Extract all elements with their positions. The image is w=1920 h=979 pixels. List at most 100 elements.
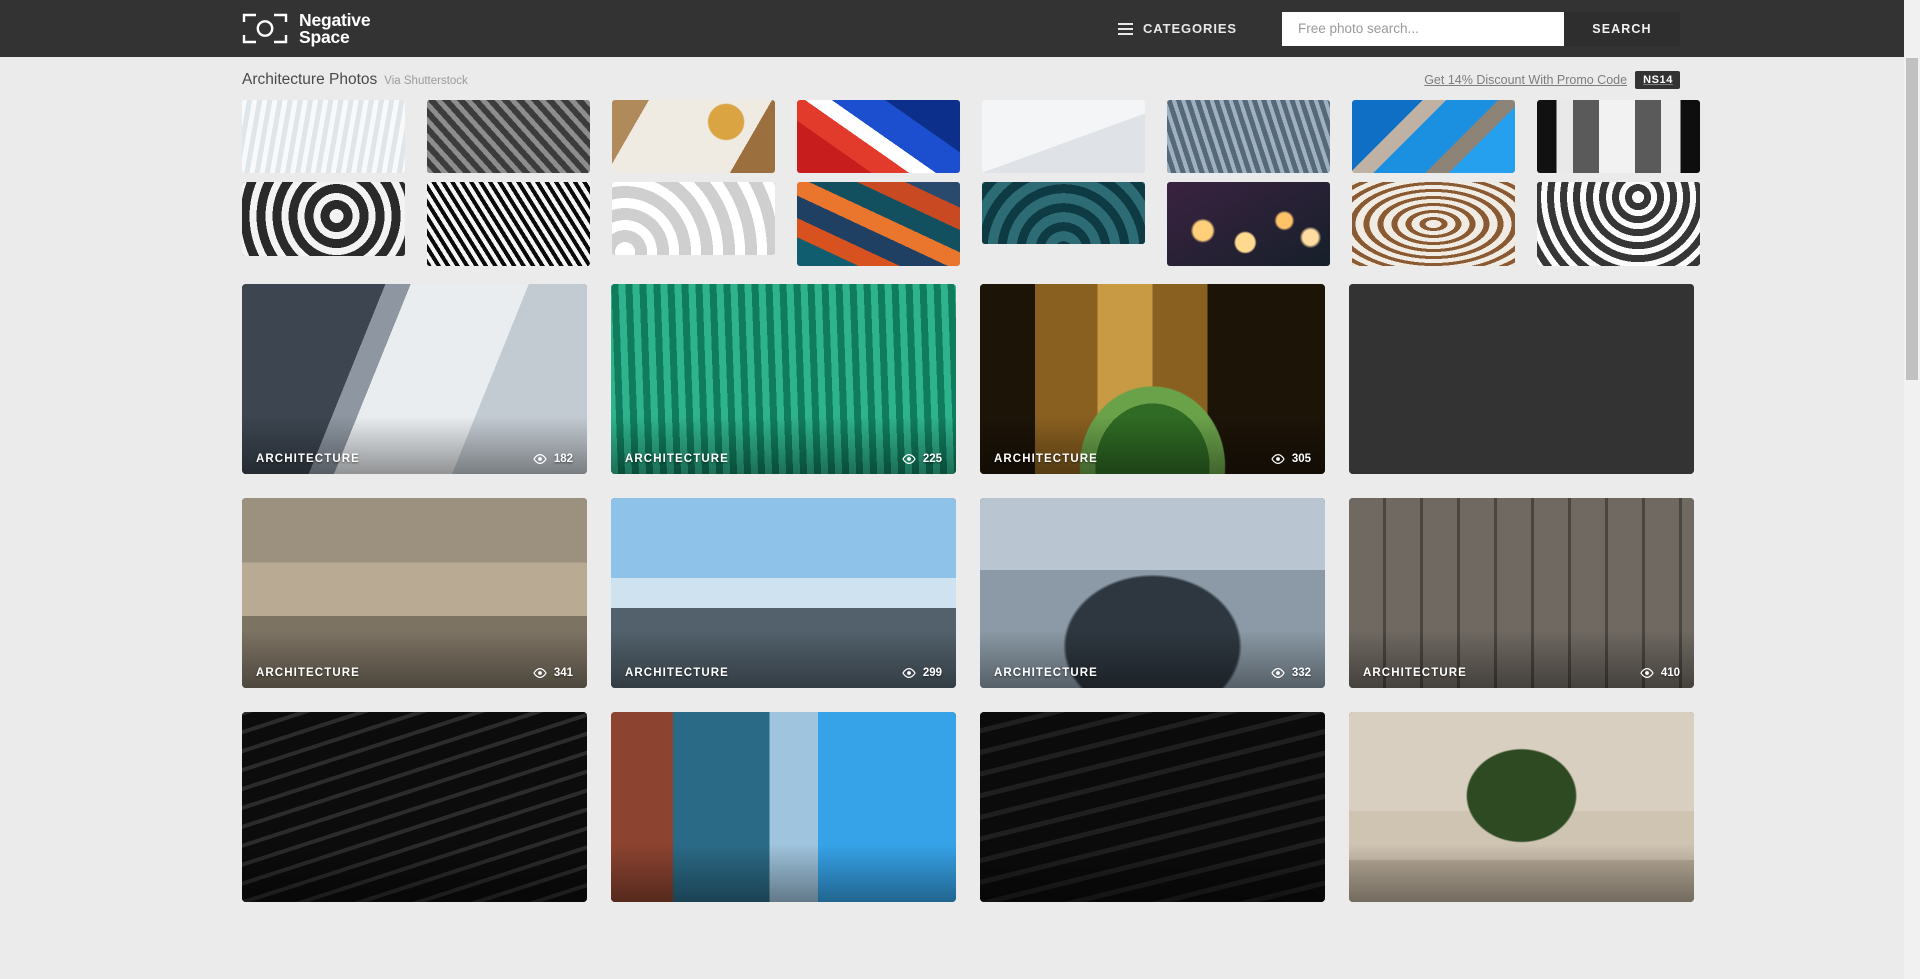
thumbnail-image: [612, 100, 775, 173]
page-subtitle: Via Shutterstock: [384, 75, 468, 87]
sponsored-thumbnail-hanging-edison-bulbs[interactable]: [1167, 182, 1330, 266]
photo-view-count: 305: [1271, 453, 1311, 465]
photo-image: [242, 498, 587, 688]
promo-banner-link[interactable]: Get 14% Discount With Promo Code NS14: [1424, 71, 1680, 89]
photo-card-black-roof-pendant-lamps[interactable]: [242, 712, 587, 902]
camera-frame-logo-icon: [242, 13, 288, 44]
thumbnail-image: [982, 182, 1145, 244]
thumbnail-image: [1352, 100, 1515, 173]
eye-icon: [1640, 668, 1654, 678]
photo-card-empty-image-placeholder[interactable]: [1349, 284, 1694, 474]
photo-image: [242, 712, 587, 902]
photo-card-brick-chimney-skyscraper[interactable]: [611, 712, 956, 902]
photo-view-count: 299: [902, 667, 942, 679]
photo-image: [980, 498, 1325, 688]
page-titlebar: Architecture Photos Via Shutterstock Get…: [242, 57, 1680, 91]
brand-line-2: Space: [299, 26, 350, 47]
thumbnail-image: [1167, 100, 1330, 173]
sponsored-thumbnail-teal-arched-tunnel[interactable]: [982, 182, 1145, 244]
page-title: Architecture Photos: [242, 71, 378, 88]
thumbnail-image: [427, 100, 590, 173]
title-group: Architecture Photos Via Shutterstock: [242, 71, 468, 89]
photo-card-meta: ARCHITECTURE 225: [611, 453, 956, 465]
sponsored-thumbnail-wood-honeycomb-ceiling[interactable]: [1352, 182, 1515, 266]
eye-icon: [1271, 668, 1285, 678]
thumbnail-image: [1537, 100, 1700, 173]
scrollbar-track[interactable]: [1904, 0, 1920, 979]
photo-card-meta: ARCHITECTURE 305: [980, 453, 1325, 465]
photo-card-meta: ARCHITECTURE 410: [1349, 667, 1694, 679]
thumbnail-image: [797, 182, 960, 266]
photo-card-angular-glass-facade[interactable]: ARCHITECTURE 182: [242, 284, 587, 474]
view-count-value: 410: [1660, 667, 1680, 679]
thumbnail-image: [797, 100, 960, 173]
photo-card-round-dark-building[interactable]: ARCHITECTURE 332: [980, 498, 1325, 688]
sponsored-thumbnail-glass-tower-upward[interactable]: [1167, 100, 1330, 173]
sponsored-thumbnail-blue-chevron-glass[interactable]: [1352, 100, 1515, 173]
photo-card-meta: ARCHITECTURE 341: [242, 667, 587, 679]
sponsored-thumbnail-row: [242, 100, 1700, 173]
thumbnail-image: [1352, 182, 1515, 266]
view-count-value: 341: [553, 667, 573, 679]
photo-image: [1349, 284, 1694, 474]
photo-view-count: 182: [533, 453, 573, 465]
thumbnail-image: [242, 182, 405, 256]
photo-category-label: ARCHITECTURE: [625, 453, 729, 465]
categories-label: CATEGORIES: [1143, 21, 1237, 36]
sponsored-thumbnail-bw-steel-girders[interactable]: [427, 182, 590, 266]
photo-image: [611, 498, 956, 688]
photo-search-form: SEARCH: [1282, 11, 1680, 46]
sponsored-thumbnail-white-louvered-facade[interactable]: [242, 100, 405, 173]
photo-image: [611, 712, 956, 902]
sponsored-thumbnail-bw-spiral-ceiling[interactable]: [242, 182, 405, 256]
photo-card-gothic-arch-trees[interactable]: ARCHITECTURE 305: [980, 284, 1325, 474]
content-container: Architecture Photos Via Shutterstock Get…: [240, 57, 1700, 902]
sponsored-thumbnail-architect-desk-blueprint[interactable]: [612, 100, 775, 173]
sponsored-thumbnail-bw-corridor-symmetry[interactable]: [1537, 100, 1700, 173]
photo-card-green-glass-building[interactable]: ARCHITECTURE 225: [611, 284, 956, 474]
eye-icon: [533, 668, 547, 678]
brand-line-1: Negative: [299, 9, 371, 30]
photo-image: [611, 284, 956, 474]
sponsored-thumbnail-white-concrete-arcs[interactable]: [612, 182, 775, 255]
view-count-value: 225: [922, 453, 942, 465]
photo-category-label: ARCHITECTURE: [256, 453, 360, 465]
sponsored-thumbnail-colorful-angular-facade[interactable]: [797, 182, 960, 266]
search-button[interactable]: SEARCH: [1564, 11, 1680, 46]
sponsored-thumbnail-row: [242, 182, 1700, 266]
sponsored-thumbnail-bw-lattice-ceiling[interactable]: [427, 100, 590, 173]
thumbnail-image: [1537, 182, 1700, 266]
photo-grid: ARCHITECTURE 182 ARCHITECTURE 225 ARCHITECTU…: [242, 284, 1694, 902]
sponsored-thumbnail-rows: [242, 100, 1700, 266]
photo-image: [1349, 498, 1694, 688]
sponsored-thumbnail-red-blue-abstract[interactable]: [797, 100, 960, 173]
thumbnail-image: [982, 100, 1145, 173]
eye-icon: [902, 668, 916, 678]
photo-card-dark-beams-hanging-lamp[interactable]: [980, 712, 1325, 902]
photo-card-window-with-plants[interactable]: [1349, 712, 1694, 902]
sponsored-thumbnail-bw-dome-lattice[interactable]: [1537, 182, 1700, 266]
view-count-value: 332: [1291, 667, 1311, 679]
hamburger-menu-icon: [1118, 22, 1133, 35]
photo-card-wooden-shingle-wall[interactable]: ARCHITECTURE 410: [1349, 498, 1694, 688]
thumbnail-image: [1167, 182, 1330, 266]
photo-image: [242, 284, 587, 474]
sponsored-thumbnail-architecture-model-hands[interactable]: [982, 100, 1145, 173]
eye-icon: [533, 454, 547, 464]
site-header: Negative Space CATEGORIES SEARCH: [0, 0, 1920, 57]
categories-menu-link[interactable]: CATEGORIES: [1118, 21, 1237, 36]
photo-card-meta: ARCHITECTURE 182: [242, 453, 587, 465]
scrollbar-thumb[interactable]: [1906, 58, 1918, 380]
page-body: Architecture Photos Via Shutterstock Get…: [0, 57, 1920, 979]
thumbnail-image: [427, 182, 590, 266]
photo-image: [980, 712, 1325, 902]
brand-logo-link[interactable]: Negative Space: [242, 9, 371, 47]
photo-category-label: ARCHITECTURE: [994, 667, 1098, 679]
view-count-value: 299: [922, 667, 942, 679]
photo-view-count: 225: [902, 453, 942, 465]
eye-icon: [902, 454, 916, 464]
photo-card-city-skyline-towers[interactable]: ARCHITECTURE 299: [611, 498, 956, 688]
search-input[interactable]: [1282, 11, 1564, 46]
photo-card-meta: ARCHITECTURE 299: [611, 667, 956, 679]
photo-card-stone-stairs-flowers[interactable]: ARCHITECTURE 341: [242, 498, 587, 688]
